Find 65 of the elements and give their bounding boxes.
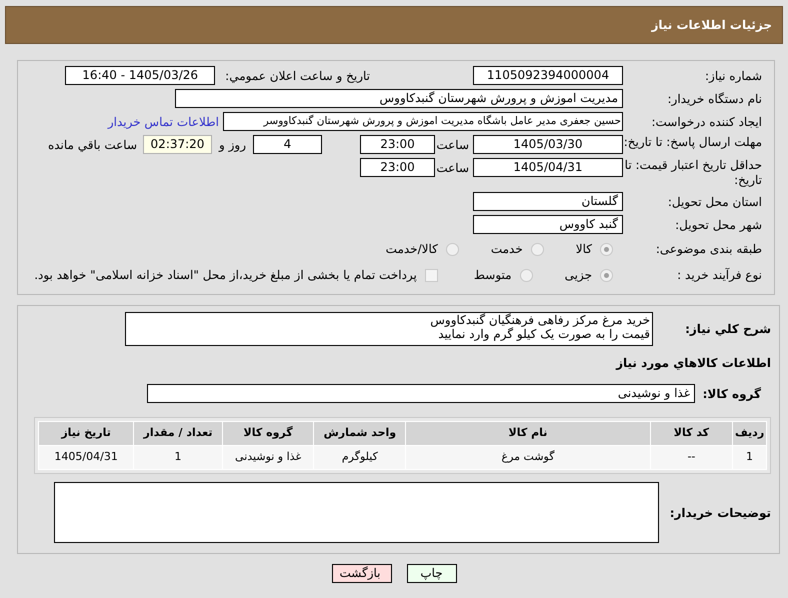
table-cell: 1405/04/31 [38,446,134,470]
field-label: ساعت [435,136,470,154]
field-label: کالا/خدمت [386,241,438,258]
field-label: توضیحات خریدار: [668,504,771,522]
text-field[interactable]: 1405/03/26 - 16:40 [65,66,216,85]
field-label: روز و [219,136,246,154]
table-cell: 1 [732,446,766,470]
radio-button[interactable] [530,242,544,256]
remaining-time-field: 02:37:20 [143,135,212,154]
section-heading: اطلاعات کالاهاي مورد نیاز [614,355,771,372]
print-button[interactable]: چاپ [406,564,456,583]
text-field[interactable]: حسین جعفری مدیر عامل باشگاه مدیریت اموزش و پرورش شهرستان گنبدکاووسر [223,112,623,131]
buyer-notes-textarea[interactable] [54,482,659,543]
description-line: خرید مرغ مرکز رفاهی فرهنگیان گنبدکاووس [430,313,650,327]
checkbox[interactable] [424,268,438,282]
description-textarea[interactable]: خرید مرغ مرکز رفاهی فرهنگیان گنبدکاووس قیمت را به صورت یک کیلو گرم وارد نمایید [125,312,653,346]
field-label: کالا [576,241,592,258]
field-label: گروه کالا: [702,386,762,402]
text-field[interactable]: 1405/03/30 [473,135,623,154]
field-label: ساعت باقي مانده [48,136,137,154]
field-label: حداقل تاریخ اعتبار قیمت: تا تاریخ: [624,158,762,188]
field-label: ساعت [435,160,470,176]
text-field[interactable]: 23:00 [360,158,435,177]
field-label: ایجاد کننده درخواست: [650,114,762,130]
field-label: مهلت ارسال پاسخ: تا تاریخ: [623,135,762,150]
text-field[interactable]: 1405/04/31 [473,158,623,177]
page-title: جزئیات اطلاعات نیاز [651,17,772,34]
text-field[interactable]: 23:00 [360,135,435,154]
field-label: خدمت [490,241,523,258]
table-cell: گوشت مرغ [406,446,650,470]
radio-button[interactable] [520,268,533,282]
column-header: گروه کالا [222,422,314,446]
column-header: کد کالا [650,422,733,446]
table-cell: -- [650,446,733,470]
field-label: استان محل تحویل: [666,194,762,210]
table-cell: کیلوگرم [314,446,406,470]
buyer-contact-link[interactable]: اطلاعات تماس خریدار [108,112,219,130]
field-label: طبقه بندی موضوعی: [654,241,762,258]
text-field[interactable]: 4 [253,135,322,154]
field-label: تاریخ و ساعت اعلان عمومي: [225,68,370,84]
text-field[interactable]: 1105092394000004 [473,66,623,85]
radio-button[interactable] [600,268,613,282]
field-label: نام دستگاه خریدار: [666,90,762,108]
column-header: تاریخ نیاز [38,422,134,446]
field-label: شرح کلي نیاز: [684,321,771,338]
radio-button[interactable] [446,242,459,256]
back-button[interactable]: بازگشت [332,564,392,583]
radio-button[interactable] [600,242,613,256]
field-label: شهر محل تحویل: [674,216,762,234]
text-field[interactable]: غذا و نوشیدنی [147,384,695,403]
field-label: متوسط [474,267,512,284]
field-label: شماره نیاز: [704,68,762,84]
field-label: جزیی [564,267,592,284]
table-cell: غذا و نوشیدنی [222,446,314,470]
column-header: نام کالا [406,422,650,446]
field-label: پرداخت تمام یا بخشی از مبلغ خرید،از محل "اسناد خزانه اسلامی" خواهد بود. [34,267,417,284]
text-field[interactable]: مدیریت اموزش و پرورش شهرستان گنبدکاووس [175,89,623,108]
text-field[interactable]: گلستان [473,192,623,211]
text-field[interactable]: گنبد کاووس [473,215,623,234]
column-header: تعداد / مقدار [134,422,222,446]
description-line: قیمت را به صورت یک کیلو گرم وارد نمایید [438,327,650,341]
column-header: ردیف [732,422,766,446]
table-cell: 1 [134,446,222,470]
column-header: واحد شمارش [314,422,406,446]
field-label: نوع فرآیند خرید : [676,267,762,284]
